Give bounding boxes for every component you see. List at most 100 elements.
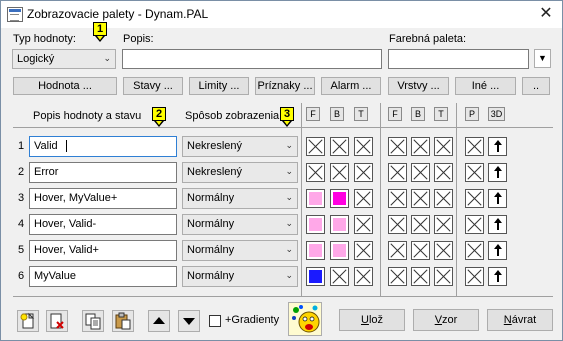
tab-limits-button[interactable]: Limity ... bbox=[189, 77, 249, 95]
header-border-1: B bbox=[330, 107, 344, 121]
cell-pattern[interactable] bbox=[465, 189, 484, 208]
cell-border-secondary[interactable] bbox=[411, 163, 430, 182]
cell-fill-primary[interactable] bbox=[306, 163, 325, 182]
cell-text-primary[interactable] bbox=[354, 267, 373, 286]
move-up-icon[interactable] bbox=[148, 310, 170, 332]
display-mode-value: Normálny bbox=[187, 270, 235, 282]
type-select[interactable]: Logický ⌄ bbox=[12, 49, 116, 69]
cell-text-primary[interactable] bbox=[354, 163, 373, 182]
cell-fill-primary[interactable] bbox=[306, 241, 325, 260]
cell-fill-secondary[interactable] bbox=[388, 215, 407, 234]
cell-fill-secondary[interactable] bbox=[388, 189, 407, 208]
cell-border-secondary[interactable] bbox=[411, 267, 430, 286]
tab-alarm-button[interactable]: Alarm ... bbox=[321, 77, 381, 95]
header-text-1: T bbox=[354, 107, 368, 121]
callout-2: 2 bbox=[152, 107, 166, 121]
cell-pattern[interactable] bbox=[465, 137, 484, 156]
cell-border-primary[interactable] bbox=[330, 215, 349, 234]
color-swatch bbox=[333, 218, 346, 231]
cell-fill-secondary[interactable] bbox=[388, 163, 407, 182]
tab-other-button[interactable]: Iné ... bbox=[455, 77, 516, 95]
state-description-input[interactable]: Valid bbox=[29, 136, 177, 157]
cell-border-primary[interactable] bbox=[330, 189, 349, 208]
delete-page-icon[interactable] bbox=[46, 310, 68, 332]
display-mode-select[interactable]: Nekreslený ⌄ bbox=[182, 162, 298, 183]
row-number: 2 bbox=[18, 166, 25, 178]
cell-border-primary[interactable] bbox=[330, 163, 349, 182]
cell-pattern[interactable] bbox=[465, 267, 484, 286]
tab-states-button[interactable]: Stavy ... bbox=[123, 77, 183, 95]
palette-input[interactable] bbox=[388, 49, 529, 69]
display-mode-value: Normálny bbox=[187, 218, 235, 230]
state-description-input[interactable]: MyValue bbox=[29, 266, 177, 287]
tab-layers-button[interactable]: Vrstvy ... bbox=[388, 77, 449, 95]
cell-pattern[interactable] bbox=[465, 163, 484, 182]
save-button[interactable]: Ulož bbox=[339, 309, 405, 331]
cell-text-primary[interactable] bbox=[354, 189, 373, 208]
display-mode-select[interactable]: Normálny ⌄ bbox=[182, 266, 298, 287]
header-pattern: P bbox=[465, 107, 479, 121]
mode-column-header: Spôsob zobrazenia bbox=[185, 110, 280, 122]
cell-pattern[interactable] bbox=[465, 215, 484, 234]
cell-border-primary[interactable] bbox=[330, 267, 349, 286]
cell-border-secondary[interactable] bbox=[411, 189, 430, 208]
cell-fill-primary[interactable] bbox=[306, 189, 325, 208]
close-icon[interactable]: ✕ bbox=[535, 3, 557, 25]
up-arrow-icon[interactable] bbox=[488, 241, 507, 260]
cell-border-secondary[interactable] bbox=[411, 215, 430, 234]
cell-text-secondary[interactable] bbox=[434, 163, 453, 182]
cell-border-secondary[interactable] bbox=[411, 241, 430, 260]
display-mode-value: Nekreslený bbox=[187, 140, 243, 152]
cell-border-primary[interactable] bbox=[330, 241, 349, 260]
cell-text-secondary[interactable] bbox=[434, 267, 453, 286]
cell-text-secondary[interactable] bbox=[434, 215, 453, 234]
sample-button[interactable]: Vzor bbox=[413, 309, 479, 331]
gradient-checkbox[interactable] bbox=[209, 315, 221, 327]
new-page-icon[interactable] bbox=[17, 310, 39, 332]
header-divider bbox=[13, 127, 553, 128]
cell-text-secondary[interactable] bbox=[434, 189, 453, 208]
up-arrow-icon[interactable] bbox=[488, 267, 507, 286]
cell-fill-secondary[interactable] bbox=[388, 241, 407, 260]
cell-pattern[interactable] bbox=[465, 241, 484, 260]
cell-fill-primary[interactable] bbox=[306, 215, 325, 234]
state-description-input[interactable]: Hover, Valid- bbox=[29, 214, 177, 235]
display-mode-value: Normálny bbox=[187, 244, 235, 256]
cell-fill-primary[interactable] bbox=[306, 137, 325, 156]
cell-text-secondary[interactable] bbox=[434, 137, 453, 156]
description-input[interactable] bbox=[122, 49, 382, 69]
state-description-input[interactable]: Hover, MyValue+ bbox=[29, 188, 177, 209]
up-arrow-icon[interactable] bbox=[488, 189, 507, 208]
palette-dropdown-button[interactable]: ▼ bbox=[534, 49, 551, 68]
up-arrow-icon[interactable] bbox=[488, 163, 507, 182]
cell-text-secondary[interactable] bbox=[434, 241, 453, 260]
cell-fill-primary[interactable] bbox=[306, 267, 325, 286]
display-mode-select[interactable]: Normálny ⌄ bbox=[182, 188, 298, 209]
cell-text-primary[interactable] bbox=[354, 137, 373, 156]
type-label: Typ hodnoty: bbox=[13, 33, 76, 45]
header-fill-1: F bbox=[306, 107, 320, 121]
footer-divider bbox=[13, 296, 553, 297]
tab-value-button[interactable]: Hodnota ... bbox=[13, 77, 117, 95]
cell-text-primary[interactable] bbox=[354, 241, 373, 260]
state-description-input[interactable]: Error bbox=[29, 162, 177, 183]
up-arrow-icon[interactable] bbox=[488, 215, 507, 234]
display-mode-select[interactable]: Normálny ⌄ bbox=[182, 214, 298, 235]
tab-flags-button[interactable]: Príznaky ... bbox=[255, 77, 315, 95]
palette-preview-icon[interactable] bbox=[288, 302, 322, 336]
cell-border-primary[interactable] bbox=[330, 137, 349, 156]
state-description-input[interactable]: Hover, Valid+ bbox=[29, 240, 177, 261]
cell-border-secondary[interactable] bbox=[411, 137, 430, 156]
row-number: 4 bbox=[18, 218, 25, 230]
display-mode-select[interactable]: Nekreslený ⌄ bbox=[182, 136, 298, 157]
move-down-icon[interactable] bbox=[178, 310, 200, 332]
display-mode-select[interactable]: Normálny ⌄ bbox=[182, 240, 298, 261]
tab-more-button[interactable]: .. bbox=[522, 77, 550, 95]
cell-fill-secondary[interactable] bbox=[388, 267, 407, 286]
cell-fill-secondary[interactable] bbox=[388, 137, 407, 156]
paste-icon[interactable] bbox=[112, 310, 134, 332]
back-button[interactable]: Návrat bbox=[487, 309, 553, 331]
cell-text-primary[interactable] bbox=[354, 215, 373, 234]
up-arrow-icon[interactable] bbox=[488, 137, 507, 156]
copy-icon[interactable] bbox=[82, 310, 104, 332]
